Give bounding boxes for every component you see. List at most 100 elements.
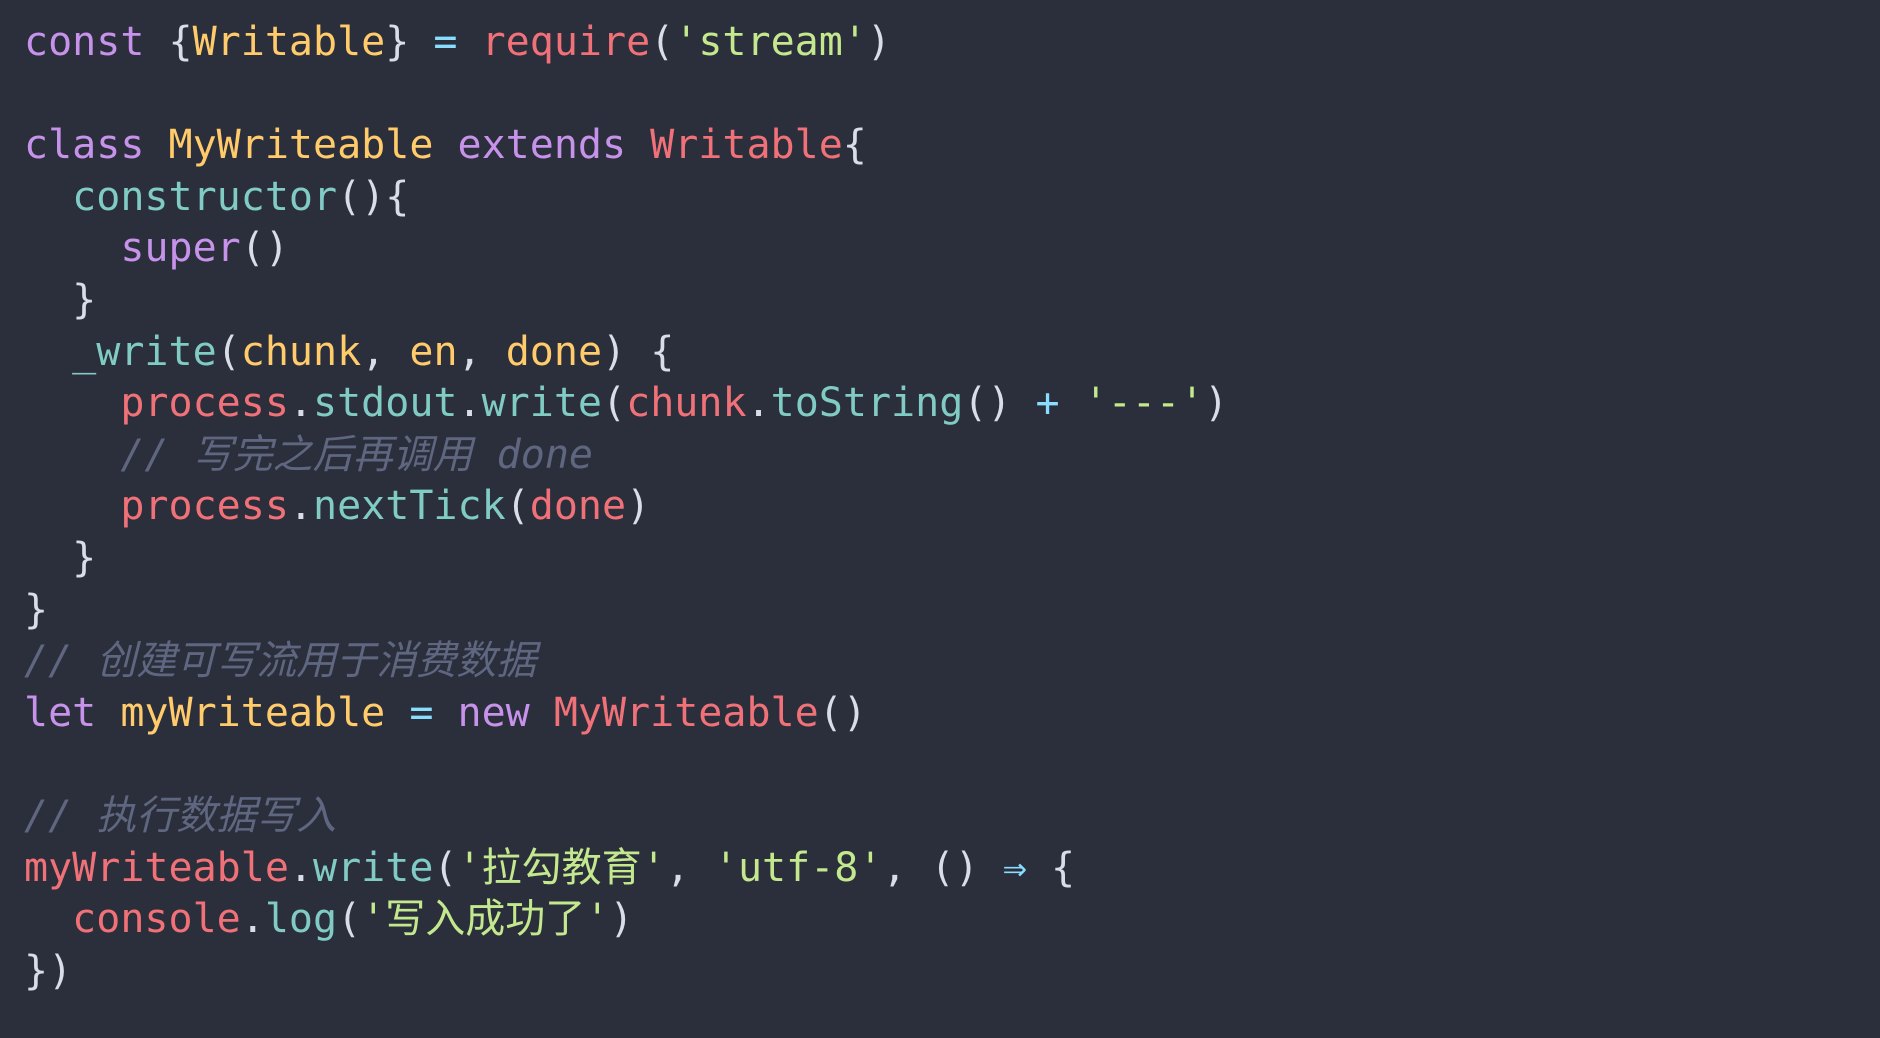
code-line[interactable]: // 创建可写流用于消费数据 — [24, 636, 1880, 688]
code-token: = — [409, 19, 482, 65]
code-token: constructor — [72, 173, 338, 220]
code-token: nextTick — [313, 483, 506, 530]
code-token: toString — [770, 380, 964, 427]
code-token: = — [409, 689, 458, 736]
code-token: } — [24, 276, 97, 323]
code-token: { — [1051, 844, 1076, 891]
code-line[interactable]: class MyWriteable extends Writable{ — [24, 120, 1880, 172]
code-token: myWriteable — [120, 689, 410, 736]
code-token: myWriteable — [24, 844, 289, 891]
code-token: . — [240, 896, 265, 943]
code-token: _write — [72, 328, 217, 375]
code-token: const — [24, 19, 169, 65]
code-token: chunk — [626, 380, 747, 427]
code-editor[interactable]: const {Writable} = require('stream') cla… — [0, 0, 1880, 1038]
code-line[interactable]: constructor(){ — [24, 172, 1880, 224]
code-line[interactable]: _write(chunk, en, done) { — [24, 327, 1880, 379]
code-line[interactable]: // 执行数据写入 — [24, 791, 1880, 843]
code-token: ) — [609, 896, 634, 943]
code-token: '---' — [1083, 380, 1205, 427]
code-token: }) — [24, 947, 73, 994]
code-token: . — [288, 380, 313, 427]
code-token: . — [457, 380, 482, 427]
code-token: () — [818, 689, 867, 736]
code-line[interactable] — [24, 739, 1880, 791]
code-token: () — [240, 225, 289, 272]
code-token: (){ — [337, 173, 410, 220]
code-token: let — [24, 689, 121, 736]
code-token: ( — [505, 483, 530, 530]
code-token: ( — [337, 896, 362, 943]
code-token: ) — [866, 19, 892, 65]
code-token: Writable — [650, 122, 843, 169]
code-token: } — [24, 586, 49, 633]
code-token: ⇒ — [1002, 844, 1052, 891]
code-token: { — [842, 122, 867, 169]
code-token: class — [24, 122, 169, 169]
code-token: '拉勾教育' — [457, 844, 666, 891]
code-token: stdout — [313, 380, 458, 427]
code-line[interactable]: // 写完之后再调用 done — [24, 430, 1880, 482]
code-token: en — [409, 328, 458, 375]
code-token: console — [72, 896, 241, 943]
code-token: extends — [457, 122, 651, 169]
code-line[interactable]: myWriteable.write('拉勾教育', 'utf-8', () ⇒ … — [24, 843, 1880, 895]
code-token: ) { — [602, 328, 675, 375]
code-line[interactable]: } — [24, 533, 1880, 585]
code-comment: // 写完之后再调用 done — [24, 431, 593, 478]
code-token: ) — [626, 483, 651, 530]
code-token: } — [385, 19, 410, 65]
code-token: ) — [1204, 380, 1229, 427]
code-token: done — [529, 483, 627, 530]
code-token: () — [963, 380, 1036, 427]
code-token: . — [288, 483, 313, 530]
code-token: + — [1035, 380, 1084, 427]
code-line[interactable]: process.nextTick(done) — [24, 481, 1880, 533]
code-token: require — [481, 19, 651, 65]
code-line[interactable]: } — [24, 275, 1880, 327]
code-line[interactable] — [24, 69, 1880, 121]
code-token: ( — [650, 19, 675, 65]
code-line[interactable]: super() — [24, 223, 1880, 275]
code-line[interactable]: process.stdout.write(chunk.toString() + … — [24, 378, 1880, 430]
code-token: super — [120, 225, 241, 272]
code-line[interactable]: } — [24, 585, 1880, 637]
code-line[interactable]: let myWriteable = new MyWriteable() — [24, 688, 1880, 740]
code-token: , — [457, 328, 506, 375]
code-token: , — [882, 844, 931, 891]
code-line[interactable]: const {Writable} = require('stream') — [24, 17, 1880, 69]
code-token: ( — [433, 844, 458, 891]
code-token: () — [930, 844, 1003, 891]
code-token: { — [168, 19, 193, 65]
code-token: '写入成功了' — [361, 896, 610, 943]
code-token: 'stream' — [674, 19, 867, 65]
code-token: MyWriteable — [168, 122, 458, 169]
code-token: log — [264, 896, 338, 943]
code-token: 'utf-8' — [713, 844, 883, 891]
code-token: } — [24, 534, 97, 581]
code-token: ( — [602, 380, 627, 427]
code-token: new — [457, 689, 554, 736]
code-line[interactable]: }) — [24, 946, 1880, 998]
code-comment: // 执行数据写入 — [24, 792, 337, 839]
code-comment: // 创建可写流用于消费数据 — [24, 638, 537, 685]
code-token: process — [120, 380, 289, 427]
code-token: , — [665, 844, 714, 891]
code-token: MyWriteable — [553, 689, 819, 736]
code-token: chunk — [240, 328, 362, 375]
code-token: write — [313, 844, 434, 891]
code-token: write — [481, 380, 603, 427]
code-token: process — [120, 483, 289, 530]
code-line[interactable]: console.log('写入成功了') — [24, 894, 1880, 946]
code-token: . — [288, 844, 313, 891]
code-token: Writable — [192, 19, 386, 65]
code-token: ( — [216, 328, 241, 375]
code-token: . — [746, 380, 771, 427]
code-token: done — [505, 328, 603, 375]
